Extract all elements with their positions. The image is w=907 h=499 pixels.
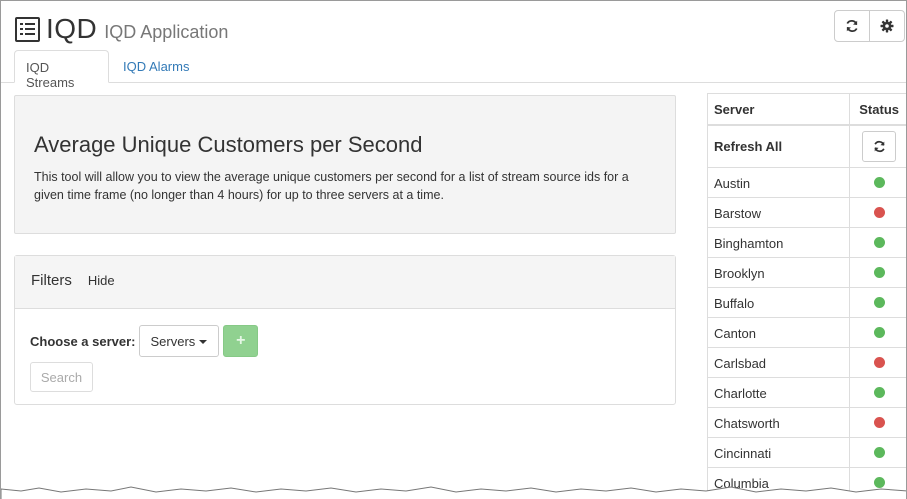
app-title: IQD [46, 13, 98, 44]
status-cell [850, 318, 906, 347]
server-rows: Austin Barstow Binghamton Brooklyn Buffalo Ca… [708, 168, 906, 498]
server-name: Barstow [708, 198, 851, 227]
hide-filters-link[interactable]: Hide [88, 273, 115, 288]
status-cell [850, 258, 906, 287]
status-cell [850, 438, 906, 467]
server-name: Carlsbad [708, 348, 851, 377]
table-row: Carlsbad [708, 348, 906, 378]
server-name: Chatsworth [708, 408, 851, 437]
table-row: Brooklyn [708, 258, 906, 288]
status-dot-icon [873, 417, 885, 428]
table-row: Charlotte [708, 378, 906, 408]
table-row: Chatsworth [708, 408, 906, 438]
status-cell [850, 228, 906, 257]
status-cell [850, 198, 906, 227]
tab-iqd-streams[interactable]: IQD Streams [14, 50, 109, 90]
table-row: Barstow [708, 198, 906, 228]
page-heading: Average Unique Customers per Second [34, 132, 423, 157]
refresh-icon [874, 140, 885, 153]
filters-body: Choose a server: Servers + Search [15, 309, 675, 392]
table-row: Austin [708, 168, 906, 198]
tab-iqd-alarms[interactable]: IQD Alarms [112, 50, 200, 83]
status-dot-icon [873, 237, 885, 248]
server-name: Brooklyn [708, 258, 851, 287]
status-dot-icon [873, 267, 885, 278]
gear-icon [880, 19, 894, 33]
server-name: Buffalo [708, 288, 851, 317]
filters-header: Filters Hide [15, 256, 675, 309]
status-cell [850, 378, 906, 407]
server-chooser-row: Choose a server: Servers + [30, 325, 660, 357]
plus-icon: + [236, 332, 246, 349]
refresh-all-button[interactable] [862, 131, 897, 162]
status-cell [850, 288, 906, 317]
servers-dropdown[interactable]: Servers [138, 325, 220, 357]
table-row: Cincinnati [708, 438, 906, 468]
status-cell [850, 408, 906, 437]
filters-panel: Filters Hide Choose a server: Servers + … [14, 255, 676, 405]
table-row: Canton [708, 318, 906, 348]
table-row: Buffalo [708, 288, 906, 318]
intro-panel: Average Unique Customers per Second This… [14, 95, 676, 234]
search-button[interactable]: Search [30, 362, 93, 392]
server-name: Canton [708, 318, 851, 347]
app-header: IQD IQD Application [15, 9, 228, 49]
app-subtitle: IQD Application [104, 21, 229, 42]
status-dot-icon [873, 177, 885, 188]
server-label: Choose a server: [30, 333, 136, 349]
status-cell [850, 168, 906, 197]
settings-button[interactable] [869, 10, 905, 42]
refresh-icon [846, 19, 858, 33]
caret-down-icon [199, 340, 208, 344]
torn-edge [1, 486, 906, 499]
page-description: This tool will allow you to view the ave… [34, 170, 629, 202]
header-toolbar [834, 10, 905, 42]
column-header-server: Server [708, 94, 851, 124]
servers-dropdown-label: Servers [150, 333, 196, 349]
table-header: Server Status [708, 94, 906, 126]
status-cell [850, 348, 906, 377]
refresh-button[interactable] [834, 10, 870, 42]
list-icon [15, 16, 40, 42]
status-dot-icon [873, 327, 885, 338]
server-name: Binghamton [708, 228, 851, 257]
server-name: Charlotte [708, 378, 851, 407]
status-dot-icon [873, 447, 885, 458]
table-row: Binghamton [708, 228, 906, 258]
server-name: Austin [708, 168, 851, 197]
status-dot-icon [873, 357, 885, 368]
status-dot-icon [873, 297, 885, 308]
status-dot-icon [873, 387, 885, 398]
refresh-all-row: Refresh All [708, 126, 906, 168]
tab-bar: IQD Streams IQD Alarms [1, 50, 906, 90]
server-name: Cincinnati [708, 438, 851, 467]
add-server-button[interactable]: + [223, 325, 259, 357]
column-header-status: Status [859, 102, 899, 117]
status-dot-icon [873, 207, 885, 218]
filters-title: Filters [31, 272, 72, 289]
server-status-table: Server Status Refresh All Austin Barstow B… [707, 93, 906, 498]
refresh-all-label: Refresh All [708, 126, 851, 167]
app-window: IQD IQD Application IQD Streams IQD Alar… [0, 0, 907, 499]
refresh-all-cell [850, 126, 906, 167]
